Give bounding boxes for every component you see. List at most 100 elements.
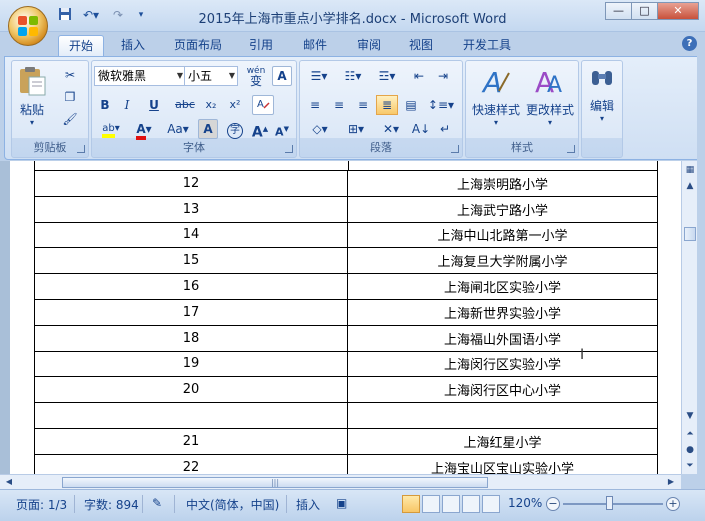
underline-button[interactable]: U — [140, 95, 168, 115]
rank-cell[interactable]: 19 — [34, 350, 348, 378]
table-row[interactable]: 21 上海红星小学 — [34, 427, 658, 455]
ranking-table[interactable]: 12 上海崇明路小学 13 上海武宁路小学 14 上海中山北路第一小学 15 上海复旦大学附属… — [34, 170, 658, 474]
prev-page-icon[interactable]: ⏶ — [683, 427, 697, 441]
decrease-indent-icon[interactable]: ⇤ — [408, 66, 430, 86]
rank-cell[interactable]: 12 — [34, 170, 348, 197]
table-row[interactable]: 18 上海福山外国语小学 — [34, 324, 658, 352]
school-cell[interactable]: 上海宝山区宝山实验小学 — [347, 453, 658, 474]
table-row[interactable]: 22 上海宝山区宝山实验小学 — [34, 453, 658, 474]
ruler-toggle-icon[interactable]: ▦ — [683, 163, 697, 177]
table-row[interactable]: 15 上海复旦大学附属小学 — [34, 247, 658, 275]
next-page-icon[interactable]: ⏷ — [683, 459, 697, 473]
zoom-level[interactable]: 120% — [508, 496, 542, 510]
line-spacing-icon[interactable]: ↕≡▾ — [426, 95, 456, 115]
font-color-button[interactable]: A▾ — [130, 119, 158, 140]
school-cell[interactable]: 上海闵行区中心小学 — [347, 376, 658, 404]
strikethrough-button[interactable]: abc — [172, 95, 198, 115]
clear-format-button[interactable]: A — [252, 95, 274, 115]
table-row[interactable] — [34, 402, 658, 429]
table-row[interactable]: 14 上海中山北路第一小学 — [34, 221, 658, 249]
minimize-button[interactable]: — — [605, 2, 631, 20]
school-cell[interactable]: 上海闸北区实验小学 — [347, 273, 658, 300]
horizontal-scrollbar[interactable]: ◀ ||| ▶ — [0, 474, 681, 489]
tab-references[interactable]: 引用 — [240, 35, 282, 56]
page-count[interactable]: 页面: 1/3 — [16, 496, 67, 513]
table-row[interactable]: 17 上海新世界实验小学 — [34, 298, 658, 326]
scroll-right-icon[interactable]: ▶ — [664, 475, 678, 489]
change-case-button[interactable]: Aa▾ — [162, 119, 194, 139]
tab-mailings[interactable]: 邮件 — [294, 35, 336, 56]
school-cell[interactable]: 上海中山北路第一小学 — [347, 221, 658, 249]
grow-font-button[interactable]: A▲ — [250, 119, 270, 141]
highlight-button[interactable]: ab▾ — [96, 119, 126, 139]
multilevel-list-icon[interactable]: ☲▾ — [372, 66, 402, 86]
office-button[interactable] — [8, 6, 48, 46]
enclose-char-button[interactable]: 字 — [224, 119, 246, 139]
numbering-icon[interactable]: ☷▾ — [338, 66, 368, 86]
font-launcher-icon[interactable] — [285, 145, 293, 153]
rank-cell[interactable]: 20 — [34, 376, 348, 404]
draft-view-icon[interactable] — [482, 495, 500, 513]
scroll-left-icon[interactable]: ◀ — [2, 475, 16, 489]
rank-cell[interactable]: 22 — [34, 453, 348, 474]
full-screen-reading-icon[interactable] — [422, 495, 440, 513]
print-layout-view-icon[interactable] — [402, 495, 420, 513]
clipboard-launcher-icon[interactable] — [77, 145, 85, 153]
quick-styles-button[interactable]: A 快速样式 ▾ — [470, 65, 522, 127]
align-left-icon[interactable]: ≡ — [304, 95, 326, 115]
tab-view[interactable]: 视图 — [400, 35, 442, 56]
zoom-in-icon[interactable]: + — [666, 497, 680, 511]
close-button[interactable]: ✕ — [657, 2, 699, 20]
tab-review[interactable]: 审阅 — [348, 35, 390, 56]
language-indicator[interactable]: 中文(简体，中国) — [186, 496, 279, 513]
zoom-out-icon[interactable]: − — [546, 497, 560, 511]
tab-page-layout[interactable]: 页面布局 — [166, 35, 230, 56]
rank-cell[interactable]: 15 — [34, 247, 348, 275]
tab-insert[interactable]: 插入 — [112, 35, 154, 56]
school-cell[interactable] — [347, 402, 658, 429]
distributed-icon[interactable]: ▤ — [400, 95, 422, 115]
shrink-font-button[interactable]: A▼ — [272, 119, 292, 139]
rank-cell[interactable]: 17 — [34, 298, 348, 326]
chinese-layout-icon[interactable]: ✕▾ — [376, 119, 406, 139]
editing-button[interactable]: 编辑 ▾ — [584, 67, 620, 123]
document-area[interactable]: 12 上海崇明路小学 13 上海武宁路小学 14 上海中山北路第一小学 15 上海复旦大学附属… — [0, 161, 681, 474]
borders-icon[interactable]: ⊞▾ — [340, 119, 372, 139]
outline-view-icon[interactable] — [462, 495, 480, 513]
web-layout-icon[interactable] — [442, 495, 460, 513]
increase-indent-icon[interactable]: ⇥ — [432, 66, 454, 86]
char-shading-button[interactable]: A — [198, 119, 218, 139]
school-cell[interactable]: 上海闵行区实验小学 — [347, 350, 658, 378]
font-size-select[interactable]: 小五 ▼ — [184, 66, 238, 86]
align-center-icon[interactable]: ≡ — [328, 95, 350, 115]
vertical-scroll-thumb[interactable] — [684, 227, 696, 241]
school-cell[interactable]: 上海福山外国语小学 — [347, 324, 658, 352]
rank-cell[interactable]: 16 — [34, 273, 348, 300]
document-page[interactable]: 12 上海崇明路小学 13 上海武宁路小学 14 上海中山北路第一小学 15 上海复旦大学附属… — [10, 161, 681, 474]
justify-icon[interactable]: ≣ — [376, 95, 398, 115]
table-row[interactable]: 16 上海闸北区实验小学 — [34, 273, 658, 300]
styles-launcher-icon[interactable] — [567, 145, 575, 153]
subscript-button[interactable]: x₂ — [200, 95, 222, 115]
shading-icon[interactable]: ◇▾ — [304, 119, 336, 139]
phonetic-guide-button[interactable]: wén 变 — [244, 65, 268, 87]
rank-cell[interactable]: 18 — [34, 324, 348, 352]
rank-cell[interactable]: 14 — [34, 221, 348, 249]
school-cell[interactable]: 上海红星小学 — [347, 427, 658, 455]
school-cell[interactable]: 上海新世界实验小学 — [347, 298, 658, 326]
school-cell[interactable]: 上海武宁路小学 — [347, 195, 658, 223]
help-icon[interactable]: ? — [682, 36, 697, 51]
vertical-scrollbar[interactable]: ▦ ▲ ▼ ⏶ ● ⏷ — [681, 161, 697, 474]
tab-home[interactable]: 开始 — [58, 35, 104, 56]
sort-icon[interactable]: A↓ — [410, 119, 432, 139]
change-styles-button[interactable]: AA 更改样式 ▾ — [524, 65, 576, 127]
rank-cell[interactable]: 13 — [34, 195, 348, 223]
select-browse-object-icon[interactable]: ● — [683, 443, 697, 457]
scroll-up-icon[interactable]: ▲ — [683, 179, 697, 193]
italic-button[interactable]: I — [118, 95, 136, 115]
table-row[interactable]: 13 上海武宁路小学 — [34, 195, 658, 223]
align-right-icon[interactable]: ≡ — [352, 95, 374, 115]
school-cell[interactable]: 上海复旦大学附属小学 — [347, 247, 658, 275]
proofing-icon[interactable]: ✎ — [152, 496, 162, 510]
table-row[interactable]: 12 上海崇明路小学 — [34, 170, 658, 197]
